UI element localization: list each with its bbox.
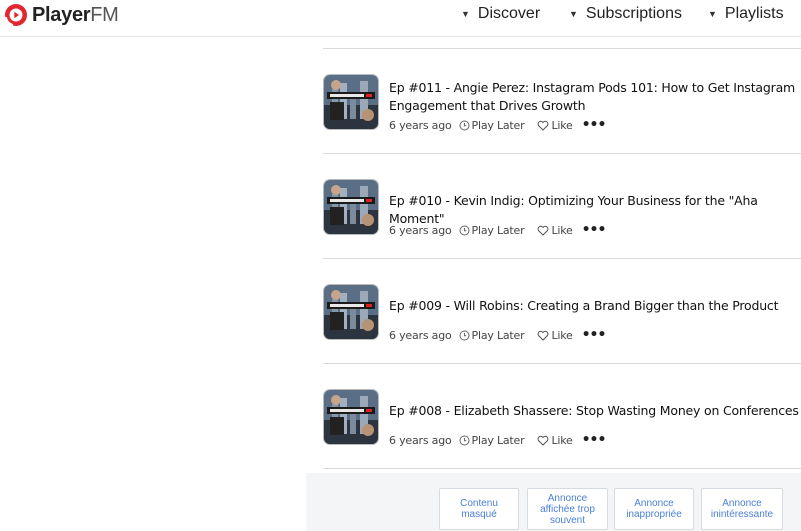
podcast-artwork-icon [324,75,378,129]
play-later-label: Play Later [471,223,525,237]
episode-thumbnail[interactable] [324,180,378,234]
like-button[interactable]: Like [537,223,573,237]
clock-icon [459,120,470,130]
nav-playlists-label: Playlists [724,5,784,22]
ad-feedback-shown-too-often-button[interactable]: Annonce affichée trop souvent [527,488,608,530]
nav-subscriptions[interactable]: ▼ Subscriptions [569,4,682,24]
more-dots-icon[interactable]: ••• [582,432,607,448]
clock-icon [459,225,470,235]
episode-thumbnail[interactable] [324,285,378,339]
play-later-button[interactable]: Play Later [459,119,525,132]
more-dots-icon[interactable]: ••• [582,327,607,343]
like-label: Like [551,223,573,237]
player-fm-logo[interactable]: PlayerFM [4,3,119,27]
nav-subscriptions-label: Subscriptions [585,5,682,22]
like-label: Like [551,328,573,342]
heart-icon [538,330,549,341]
episode-item: Ep #011 - Angie Perez: Instagram Pods 10… [323,49,801,154]
caret-down-icon: ▼ [461,9,470,19]
heart-icon [538,120,549,131]
play-later-label: Play Later [471,328,525,342]
episode-title[interactable]: Ep #011 - Angie Perez: Instagram Pods 10… [389,79,799,115]
more-dots-icon[interactable]: ••• [582,222,607,238]
ad-feedback-bar: Contenu masqué Annonce affichée trop sou… [306,473,801,531]
episode-thumbnail[interactable] [324,390,378,444]
heart-icon [538,225,549,236]
play-circle-icon [5,4,27,26]
episode-age: 6 years ago [389,433,452,447]
podcast-artwork-icon [324,390,378,444]
play-later-label: Play Later [471,433,525,447]
episode-thumbnail[interactable] [324,75,378,129]
like-label: Like [551,433,573,447]
episode-age: 6 years ago [389,328,452,342]
ad-feedback-inappropriate-button[interactable]: Annonce inappropriée [614,488,694,530]
episode-age: 6 years ago [389,118,452,132]
nav-discover-label: Discover [477,5,541,22]
play-later-button[interactable]: Play Later [459,329,525,342]
top-navbar: PlayerFM ▼ Discover ▼ Subscriptions ▼ Pl… [0,0,801,37]
play-later-button[interactable]: Play Later [459,434,525,447]
clock-icon [459,330,470,340]
episode-meta: 6 years ago Play Later Like ••• [389,327,607,343]
play-later-label: Play Later [471,118,525,132]
like-button[interactable]: Like [537,328,573,342]
caret-down-icon: ▼ [708,9,717,19]
logo-text: PlayerFM [32,4,119,26]
nav-playlists[interactable]: ▼ Playlists [708,4,784,24]
episode-title[interactable]: Ep #008 - Elizabeth Shassere: Stop Wasti… [389,402,799,420]
episode-list: Ep #011 - Angie Perez: Instagram Pods 10… [323,48,801,469]
ad-feedback-hidden-content-button[interactable]: Contenu masqué [439,488,519,530]
like-button[interactable]: Like [537,433,573,447]
episode-title[interactable]: Ep #009 - Will Robins: Creating a Brand … [389,297,799,315]
podcast-artwork-icon [324,285,378,339]
episode-meta: 6 years ago Play Later Like ••• [389,432,607,448]
caret-down-icon: ▼ [569,9,578,19]
like-button[interactable]: Like [537,118,573,132]
episode-age: 6 years ago [389,223,452,237]
play-later-button[interactable]: Play Later [459,224,525,237]
like-label: Like [551,118,573,132]
heart-icon [538,435,549,446]
clock-icon [459,435,470,445]
episode-item: Ep #009 - Will Robins: Creating a Brand … [323,259,801,364]
nav-discover[interactable]: ▼ Discover [461,4,540,24]
ad-feedback-uninteresting-button[interactable]: Annonce inintéressante [701,488,783,530]
episode-item: Ep #010 - Kevin Indig: Optimizing Your B… [323,154,801,259]
episode-meta: 6 years ago Play Later Like ••• [389,117,607,133]
episode-item: Ep #008 - Elizabeth Shassere: Stop Wasti… [323,364,801,469]
episode-meta: 6 years ago Play Later Like ••• [389,222,607,238]
podcast-artwork-icon [324,180,378,234]
more-dots-icon[interactable]: ••• [582,117,607,133]
